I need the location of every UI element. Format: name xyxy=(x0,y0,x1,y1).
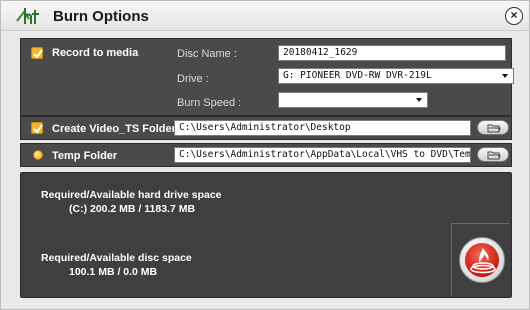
video-ts-browse-button[interactable] xyxy=(477,120,509,135)
temp-folder-label: Temp Folder xyxy=(52,150,118,162)
disc-space-value: 100.1 MB / 0.0 MB xyxy=(69,266,158,278)
burn-options-window: Burn Options × Record to media Disc Name… xyxy=(0,0,530,310)
checkmark-icon xyxy=(33,49,43,59)
disc-space-title: Required/Available disc space xyxy=(41,252,192,264)
space-info-panel: Required/Available hard drive space (C:)… xyxy=(20,172,512,298)
hdd-space-title: Required/Available hard drive space xyxy=(41,189,222,201)
burn-button[interactable] xyxy=(459,237,505,283)
flame-disc-icon xyxy=(470,248,496,274)
checkmark-icon xyxy=(33,124,43,134)
chevron-down-icon xyxy=(502,74,508,78)
temp-folder-panel: Temp Folder C:\Users\Administrator\AppDa… xyxy=(20,143,512,167)
record-panel: Record to media Disc Name : 20180412_162… xyxy=(20,38,514,116)
temp-folder-radio[interactable] xyxy=(33,150,43,160)
title-bar: Burn Options × xyxy=(1,1,529,31)
ht-logo-icon xyxy=(16,8,39,24)
record-checkbox[interactable] xyxy=(31,47,43,59)
burn-speed-select[interactable] xyxy=(278,92,428,108)
temp-folder-path-input[interactable]: C:\Users\Administrator\AppData\Local\VHS… xyxy=(174,147,471,163)
video-ts-path-input[interactable]: C:\Users\Administrator\Desktop xyxy=(174,120,471,136)
burn-speed-label: Burn Speed : xyxy=(177,97,242,109)
chevron-down-icon xyxy=(416,98,422,102)
folder-icon xyxy=(487,151,501,160)
record-label: Record to media xyxy=(52,47,139,59)
video-ts-label: Create Video_TS Folder xyxy=(52,123,176,135)
drive-label: Drive : xyxy=(177,73,209,85)
disc-name-input[interactable]: 20180412_1629 xyxy=(278,45,506,61)
hdd-space-value: (C:) 200.2 MB / 1183.7 MB xyxy=(69,203,196,215)
video-ts-checkbox[interactable] xyxy=(31,122,43,134)
close-icon: × xyxy=(510,8,518,22)
drive-value: G: PIONEER DVD-RW DVR-219L xyxy=(283,70,432,81)
video-ts-panel: Create Video_TS Folder C:\Users\Administ… xyxy=(20,116,512,140)
window-title: Burn Options xyxy=(53,8,149,25)
disc-name-label: Disc Name : xyxy=(177,48,237,60)
drive-select[interactable]: G: PIONEER DVD-RW DVR-219L xyxy=(278,68,514,84)
temp-folder-browse-button[interactable] xyxy=(477,147,509,162)
folder-icon xyxy=(487,124,501,133)
close-button[interactable]: × xyxy=(505,7,523,25)
